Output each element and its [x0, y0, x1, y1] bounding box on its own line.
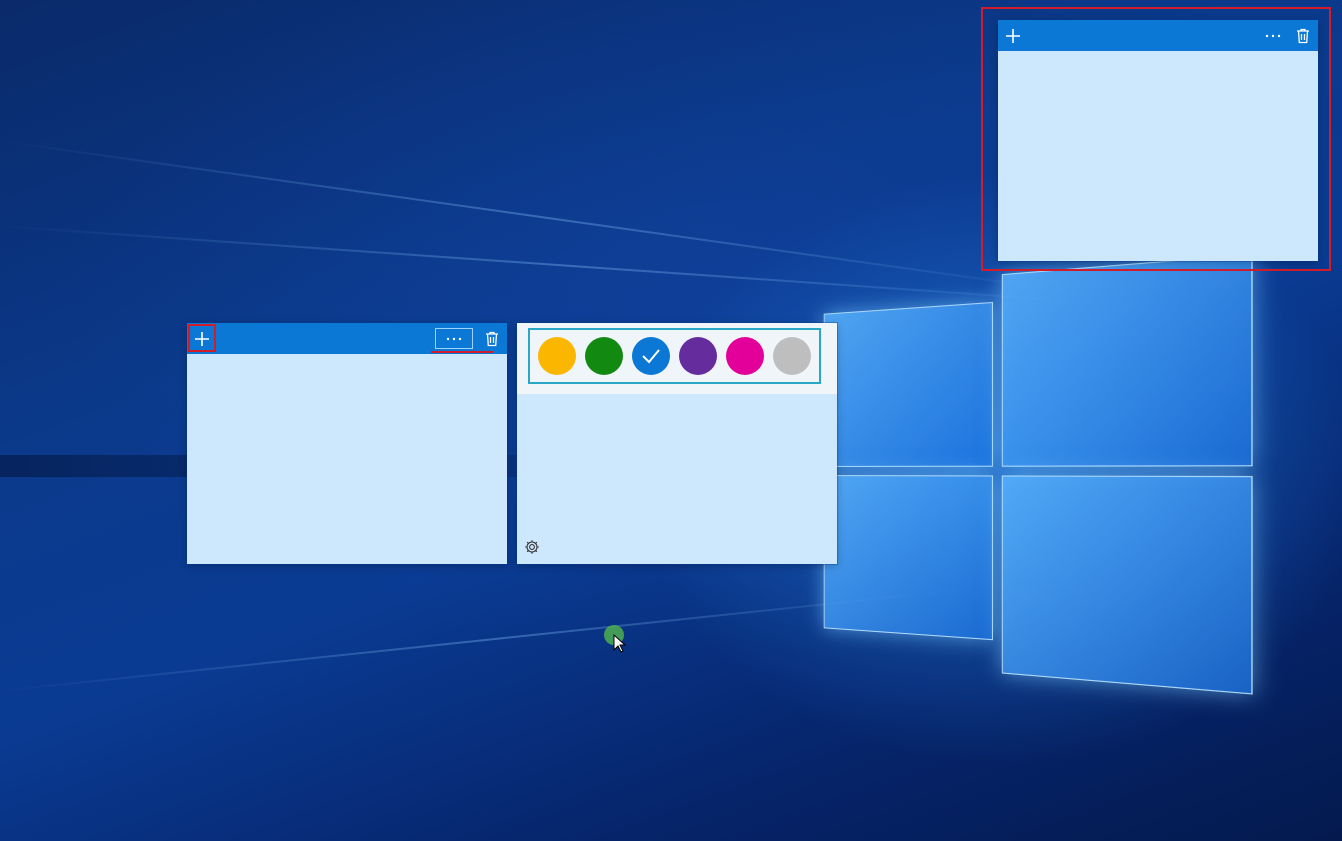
sticky-note-color-menu[interactable]: [517, 323, 837, 564]
windows-logo-pane: [824, 302, 993, 467]
color-swatch-pink[interactable]: [726, 337, 764, 375]
plus-icon: [194, 331, 210, 347]
note-body[interactable]: [517, 394, 837, 564]
color-swatch-green[interactable]: [585, 337, 623, 375]
delete-note-button[interactable]: [477, 323, 507, 354]
note-header[interactable]: [998, 20, 1318, 51]
ellipsis-icon: [1265, 34, 1281, 38]
windows-logo: [805, 229, 1263, 711]
note-header[interactable]: [187, 323, 507, 354]
highlight-underline-menu-button: [431, 351, 493, 353]
note-menu-button[interactable]: [1258, 20, 1288, 51]
color-swatch-purple[interactable]: [679, 337, 717, 375]
plus-icon: [1005, 28, 1021, 44]
settings-button[interactable]: [524, 539, 542, 557]
windows-logo-pane: [1002, 254, 1253, 467]
color-swatch-gray[interactable]: [773, 337, 811, 375]
windows-logo-pane: [824, 475, 993, 640]
checkmark-icon: [641, 348, 661, 364]
sticky-note-top-right[interactable]: [998, 20, 1318, 261]
color-menu: [517, 323, 837, 394]
color-swatch-yellow[interactable]: [538, 337, 576, 375]
trash-icon: [1296, 28, 1310, 44]
sticky-note-left[interactable]: [187, 323, 507, 564]
add-note-button[interactable]: [998, 20, 1028, 51]
delete-note-button[interactable]: [1288, 20, 1318, 51]
windows-logo-pane: [1002, 475, 1253, 694]
note-body[interactable]: [187, 354, 507, 564]
add-note-button[interactable]: [187, 323, 217, 354]
note-body[interactable]: [998, 51, 1318, 261]
color-swatch-row: [528, 328, 821, 384]
desktop: [0, 0, 1342, 841]
note-menu-button[interactable]: [435, 328, 473, 349]
trash-icon: [485, 331, 499, 347]
gear-icon: [524, 539, 540, 555]
color-swatch-blue[interactable]: [632, 337, 670, 375]
ellipsis-icon: [446, 337, 462, 341]
mouse-pointer-icon: [613, 634, 627, 654]
